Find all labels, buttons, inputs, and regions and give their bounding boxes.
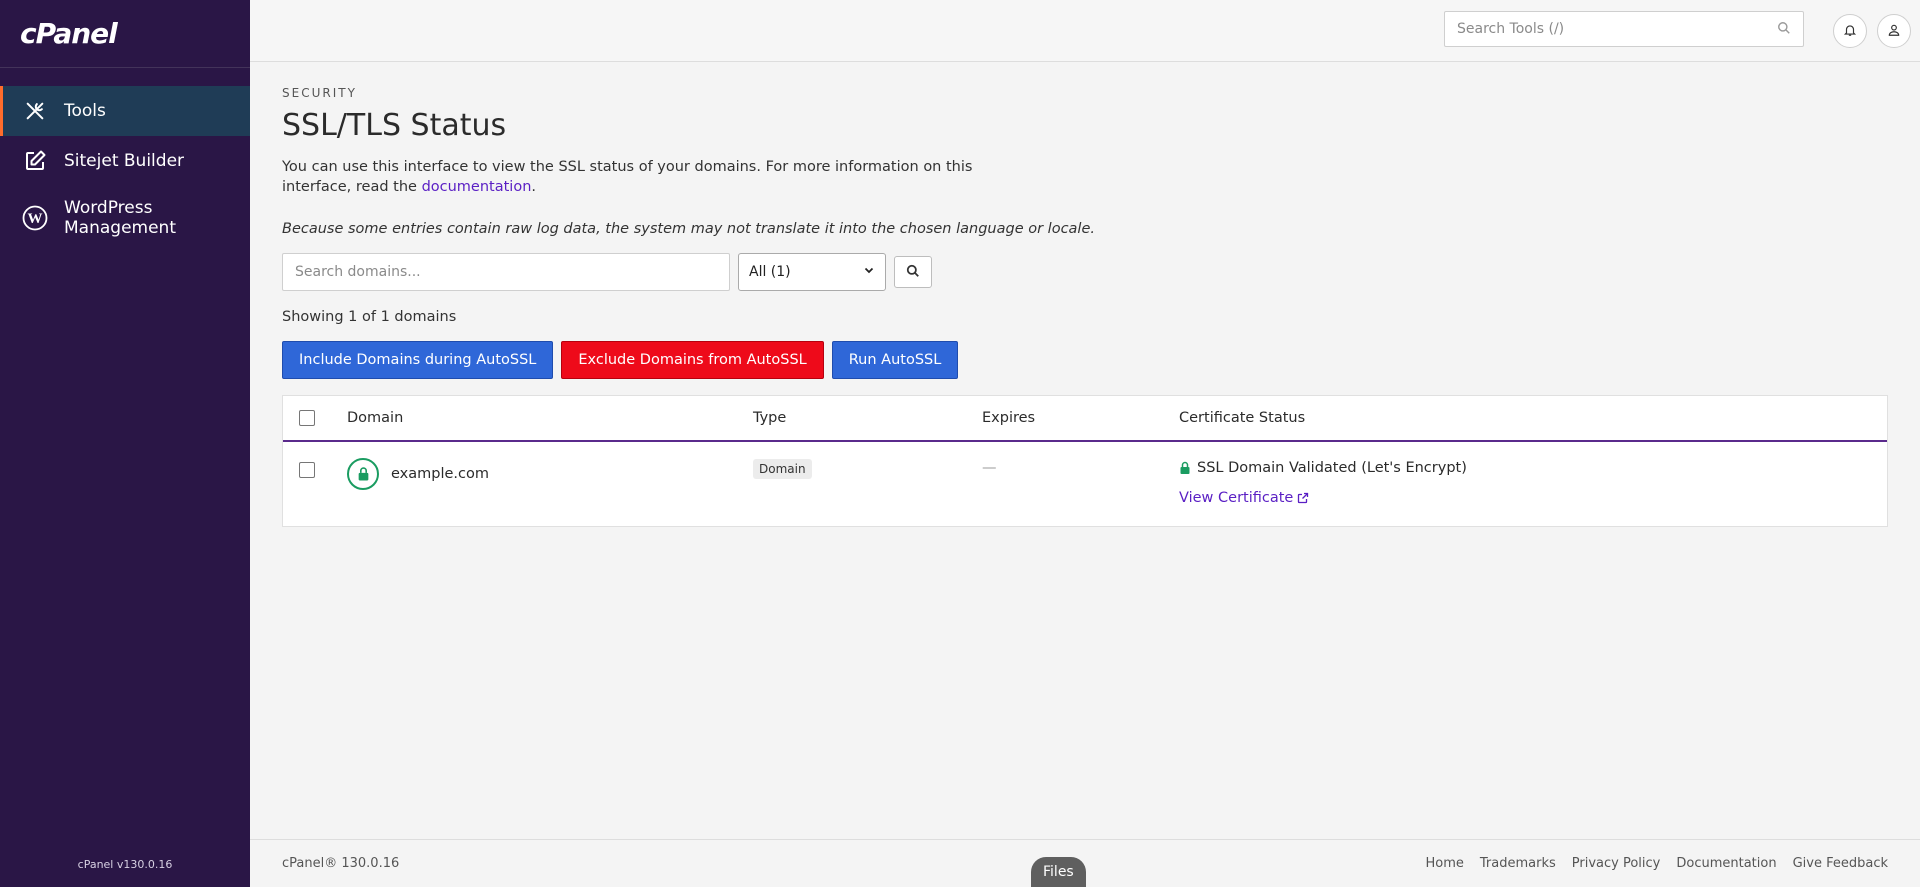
sidebar-item-tools[interactable]: Tools [0,86,250,136]
sidebar-version: cPanel v130.0.16 [77,858,173,871]
table-row: example.com Domain — SSL Domain Validate… [283,442,1887,526]
sidebar-item-label: WordPress Management [64,198,176,238]
view-certificate-label: View Certificate [1179,490,1294,506]
search-icon[interactable] [1777,20,1791,39]
chevron-down-icon [863,264,875,280]
footer-version: cPanel® 130.0.16 [282,856,400,871]
domains-table: Domain Type Expires Certificate Status e… [282,395,1888,527]
documentation-link[interactable]: documentation [422,179,532,195]
svg-text:W: W [28,211,43,227]
files-button[interactable]: Files [1031,857,1086,887]
cpanel-logo[interactable]: cPanel [0,0,250,68]
description-suffix: . [531,179,536,195]
certificate-status-cell: SSL Domain Validated (Let's Encrypt) Vie… [1179,442,1887,506]
search-tools-box [1444,11,1804,47]
page-title: SSL/TLS Status [282,108,507,143]
user-icon [1887,22,1901,41]
footer: cPanel® 130.0.16 Files Home Trademarks P… [250,839,1920,887]
footer-link-give-feedback[interactable]: Give Feedback [1793,856,1888,871]
locale-note: Because some entries contain raw log dat… [282,221,1095,237]
select-all-cell [283,410,347,426]
showing-count: Showing 1 of 1 domains [282,309,457,325]
status-line: SSL Domain Validated (Let's Encrypt) [1179,460,1887,476]
row-checkbox[interactable] [299,462,315,478]
footer-link-privacy-policy[interactable]: Privacy Policy [1572,856,1661,871]
type-cell: Domain [753,442,982,479]
select-all-checkbox[interactable] [299,410,315,426]
description-text: You can use this interface to view the S… [282,159,973,195]
section-label: SECURITY [282,86,357,100]
sidebar-item-wordpress-management[interactable]: W WordPress Management [0,186,250,250]
type-badge: Domain [753,459,812,479]
logo-text: cPanel [20,17,118,50]
external-link-icon [1297,492,1309,504]
header-type[interactable]: Type [753,410,982,426]
sidebar-item-label: Tools [64,101,106,121]
search-tools-input[interactable] [1457,21,1777,37]
header-domain[interactable]: Domain [347,410,753,426]
wordpress-icon: W [22,205,48,231]
table-header: Domain Type Expires Certificate Status [283,396,1887,442]
sidebar-item-sitejet-builder[interactable]: Sitejet Builder [0,136,250,186]
exclude-domains-button[interactable]: Exclude Domains from AutoSSL [561,341,824,379]
footer-links: Home Trademarks Privacy Policy Documenta… [1409,856,1888,871]
page-description: You can use this interface to view the S… [282,157,1042,197]
domain-cell: example.com [347,442,753,490]
header-certificate-status[interactable]: Certificate Status [1179,410,1887,426]
sidebar: cPanel Tools Sitejet Builder W WordPress… [0,0,250,887]
domain-search-input[interactable] [282,253,730,291]
expires-cell: — [982,460,997,476]
run-autossl-button[interactable]: Run AutoSSL [831,341,959,379]
row-select-cell [283,442,347,478]
notifications-button[interactable] [1833,14,1867,48]
lock-icon [347,458,379,490]
header-expires[interactable]: Expires [982,410,1179,426]
certificate-status-text: SSL Domain Validated (Let's Encrypt) [1197,460,1467,476]
footer-link-trademarks[interactable]: Trademarks [1480,856,1556,871]
autossl-actions: Include Domains during AutoSSL Exclude D… [282,341,1892,379]
domain-filter-select[interactable]: All (1) [738,253,886,291]
include-domains-button[interactable]: Include Domains during AutoSSL [282,341,554,379]
footer-link-home[interactable]: Home [1425,856,1463,871]
bell-icon [1843,22,1857,41]
sidebar-nav: Tools Sitejet Builder W WordPress Manage… [0,86,250,250]
filter-value: All (1) [749,264,791,280]
main-content: SECURITY SSL/TLS Status You can use this… [282,62,1892,527]
lock-icon [1179,461,1191,475]
search-icon [906,263,920,282]
user-menu-button[interactable] [1877,14,1911,48]
view-certificate-link[interactable]: View Certificate [1179,490,1887,506]
footer-link-documentation[interactable]: Documentation [1676,856,1776,871]
sidebar-item-label: Sitejet Builder [64,151,185,171]
tools-icon [22,98,48,124]
topbar [250,0,1920,62]
domain-search-button[interactable] [894,256,932,288]
domain-name: example.com [391,466,489,482]
filter-row: All (1) [282,253,1892,291]
edit-icon [22,148,48,174]
